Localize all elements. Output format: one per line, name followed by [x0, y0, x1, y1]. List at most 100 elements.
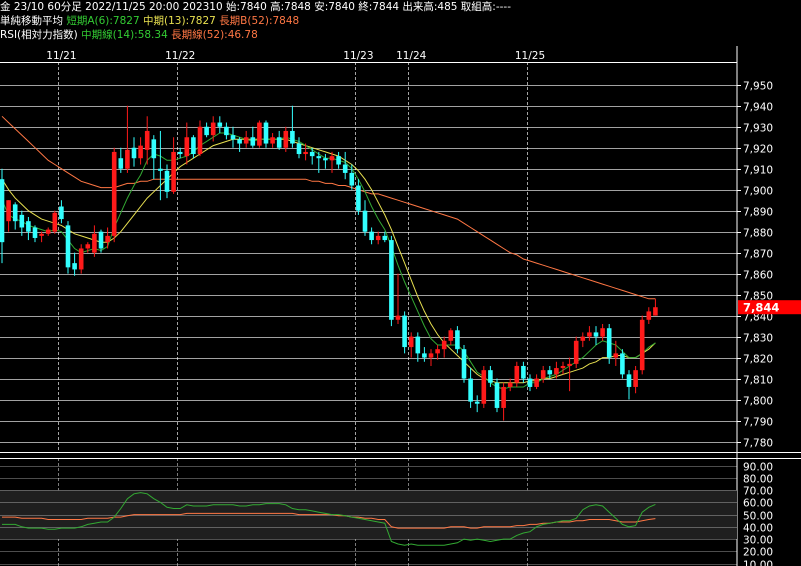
- candle-down: [382, 235, 388, 241]
- rsi-tick-label: 70.00: [743, 486, 773, 498]
- candle-up: [560, 365, 566, 369]
- candle-down: [626, 374, 632, 387]
- candle-down: [19, 214, 25, 228]
- ohlc-info-line: 金 23/10 60分足 2022/11/25 20:00 202310 始:7…: [0, 0, 511, 14]
- candle-up: [184, 137, 190, 157]
- candle-down: [474, 401, 480, 404]
- date-axis: 11/21 11/22 11/23 11/24 11/25: [0, 50, 737, 63]
- candle-down: [356, 185, 361, 211]
- candle-down: [131, 147, 137, 159]
- candle-down: [59, 206, 64, 220]
- sma-short-value: 短期A(6):7827: [66, 15, 140, 27]
- price-tick-label: 7,940: [743, 102, 773, 114]
- rsi-tick-label: 10.00: [743, 560, 773, 566]
- candle-down: [323, 158, 328, 161]
- candle-down: [488, 370, 493, 383]
- sma-mid-line: [1, 138, 656, 384]
- price-tick-label: 7,880: [743, 228, 773, 240]
- candle-up: [144, 130, 150, 150]
- candle-up: [653, 307, 658, 316]
- candle-up: [197, 126, 203, 155]
- candle-up: [567, 363, 572, 366]
- price-tick-label: 7,870: [743, 249, 773, 261]
- price-tick-label: 7,920: [743, 144, 773, 156]
- candle-down: [290, 130, 295, 144]
- chart-canvas: 7,7807,7907,8007,8107,8207,8307,8407,850…: [0, 46, 801, 566]
- candle-down: [72, 263, 77, 270]
- ohlc-info-text: 金 23/10 60分足 2022/11/25 20:00 202310 始:7…: [0, 1, 512, 13]
- price-tick-label: 7,800: [743, 396, 773, 408]
- candle-down: [276, 137, 282, 148]
- candle-down: [593, 332, 599, 337]
- candle-down: [620, 353, 625, 375]
- candle-down: [164, 170, 170, 192]
- candle-up: [39, 233, 44, 236]
- price-tick-label: 7,790: [743, 417, 773, 429]
- candle-up: [105, 235, 110, 243]
- price-tick-label: 7,780: [743, 438, 773, 450]
- candle-up: [125, 149, 130, 169]
- date-label: 11/24: [396, 50, 427, 62]
- candle-down: [455, 330, 460, 350]
- candle-down: [0, 179, 5, 243]
- candle-down: [177, 151, 183, 155]
- sma-long-line: [1, 115, 656, 300]
- candle-down: [461, 349, 467, 379]
- candle-down: [32, 227, 38, 238]
- sma-mid-value: 中期(13):7827: [143, 15, 216, 27]
- candle-down: [118, 158, 124, 169]
- candle-up: [441, 340, 447, 350]
- last-price-label: 7,844: [743, 301, 779, 315]
- candle-down: [250, 137, 256, 146]
- candle-down: [494, 382, 500, 408]
- candle-down: [468, 378, 473, 402]
- sma-short-line: [1, 132, 656, 390]
- rsi-tick-label: 80.00: [743, 474, 773, 486]
- candle-up: [428, 353, 434, 358]
- candle-up: [303, 151, 308, 155]
- candle-down: [309, 151, 315, 157]
- candle-up: [270, 137, 275, 144]
- rsi-tick-label: 90.00: [743, 462, 773, 474]
- sma-long-value: 長期B(52):7848: [219, 15, 300, 27]
- rsi-long-value: 長期線(52):46.78: [171, 29, 258, 41]
- rsi-tick-label: 50.00: [743, 511, 773, 523]
- candle-down: [521, 365, 526, 379]
- candle-down: [606, 328, 612, 358]
- candle-down: [415, 336, 421, 354]
- candle-down: [26, 221, 31, 232]
- candle-down: [316, 156, 322, 159]
- candle-down: [402, 315, 407, 348]
- moving-average-lines: [1, 115, 656, 390]
- price-tick-label: 7,950: [743, 81, 773, 93]
- rsi-panel: 10.0020.0030.0040.0050.0060.0070.0080.00…: [0, 462, 773, 566]
- candle-up: [534, 378, 539, 387]
- date-label: 11/22: [165, 50, 195, 62]
- candle-up: [283, 130, 289, 148]
- candle-down: [263, 122, 269, 144]
- candle-up: [435, 349, 440, 354]
- rsi-tick-label: 20.00: [743, 547, 773, 559]
- candle-down: [158, 168, 163, 171]
- price-tick-label: 7,860: [743, 270, 773, 282]
- rsi-band: [0, 490, 737, 540]
- candle-up: [171, 151, 176, 192]
- candle-up: [257, 122, 262, 146]
- candle-down: [204, 126, 209, 136]
- candle-up: [501, 386, 506, 408]
- candle-up: [210, 122, 216, 136]
- rsi-legend: RSI(相対力指数) 中期線(14):58.34 長期線(52):46.78: [0, 28, 258, 42]
- chart-header: 金 23/10 60分足 2022/11/25 20:00 202310 始:7…: [0, 0, 801, 44]
- candle-down: [527, 378, 533, 387]
- candle-down: [547, 370, 553, 375]
- candle-down: [349, 172, 355, 186]
- candle-up: [514, 365, 520, 383]
- candle-up: [613, 353, 619, 358]
- price-tick-label: 7,930: [743, 123, 773, 135]
- candle-up: [573, 340, 579, 364]
- price-tick-label: 7,900: [743, 186, 773, 198]
- candle-up: [52, 212, 58, 232]
- last-price-marker: 7,844: [738, 300, 801, 315]
- candle-up: [111, 151, 117, 236]
- candle-down: [362, 210, 368, 232]
